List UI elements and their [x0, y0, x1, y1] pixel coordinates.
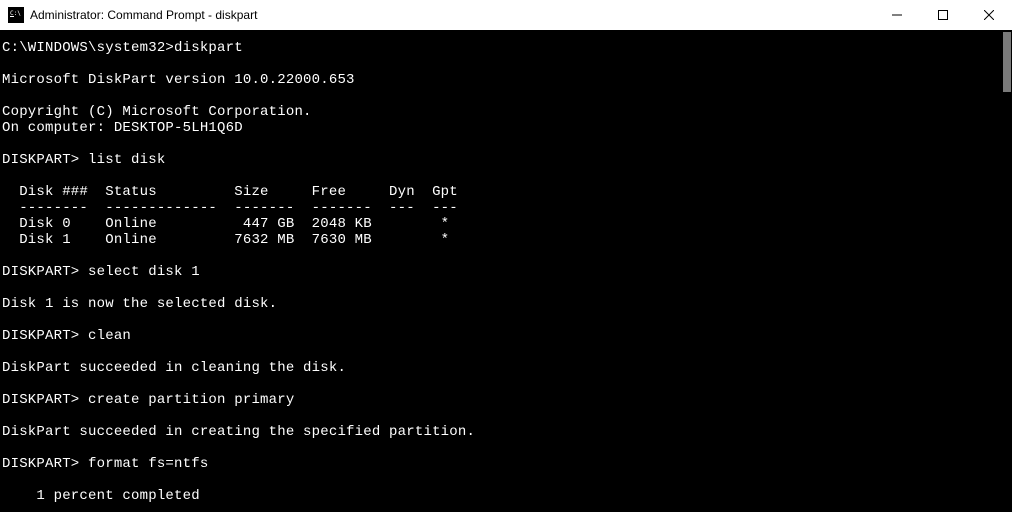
- svg-text:C:\: C:\: [10, 10, 21, 17]
- close-button[interactable]: [966, 0, 1012, 30]
- scrollbar-thumb[interactable]: [1003, 32, 1011, 92]
- minimize-button[interactable]: [874, 0, 920, 30]
- window-title: Administrator: Command Prompt - diskpart: [30, 8, 257, 22]
- cmd-icon: C:\: [8, 7, 24, 23]
- terminal-output[interactable]: C:\WINDOWS\system32>diskpart Microsoft D…: [0, 30, 1000, 512]
- window-controls: [874, 0, 1012, 30]
- window-titlebar[interactable]: C:\ Administrator: Command Prompt - disk…: [0, 0, 1012, 30]
- scrollbar-track[interactable]: [1000, 30, 1012, 512]
- terminal-container: C:\WINDOWS\system32>diskpart Microsoft D…: [0, 30, 1012, 512]
- maximize-button[interactable]: [920, 0, 966, 30]
